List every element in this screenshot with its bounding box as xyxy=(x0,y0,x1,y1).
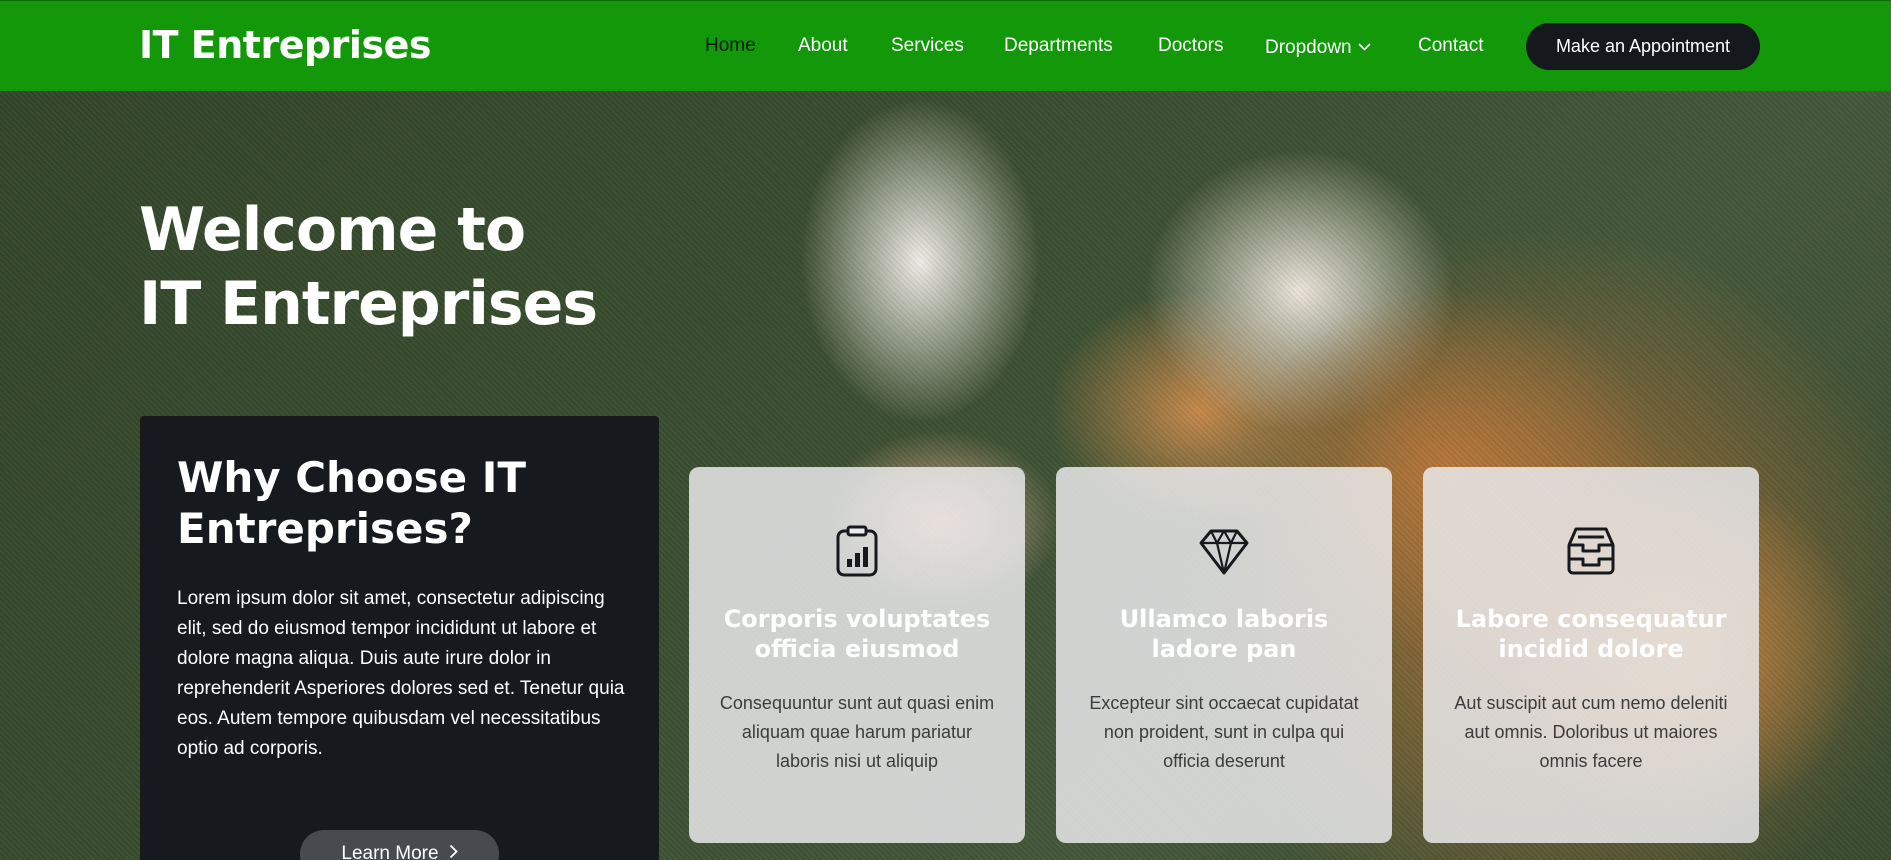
hero-title: Welcome to IT Entreprises xyxy=(139,193,598,341)
gem-icon xyxy=(1199,525,1249,577)
learn-more-button[interactable]: Learn More xyxy=(300,830,499,860)
feature-card-text: Consequuntur sunt aut quasi enim aliquam… xyxy=(719,693,995,771)
make-appointment-button[interactable]: Make an Appointment xyxy=(1526,23,1760,70)
hero-title-line-1: Welcome to xyxy=(139,195,526,265)
hero-section: Welcome to IT Entreprises Why Choose IT … xyxy=(0,91,1891,860)
feature-card-title: Corporis voluptates officia eiusmod xyxy=(723,605,991,663)
chevron-down-icon xyxy=(1358,35,1371,57)
nav-departments[interactable]: Departments xyxy=(1004,35,1113,57)
why-choose-panel: Why Choose IT Entreprises? Lorem ipsum d… xyxy=(140,416,659,860)
nav-home[interactable]: Home xyxy=(705,35,756,57)
nav-contact[interactable]: Contact xyxy=(1418,35,1483,57)
site-header: IT Entreprises Home About Services Depar… xyxy=(0,0,1891,91)
why-choose-text: Lorem ipsum dolor sit amet, consectetur … xyxy=(177,588,625,759)
feature-card-text: Aut suscipit aut cum nemo deleniti aut o… xyxy=(1454,693,1728,771)
learn-more-label: Learn More xyxy=(341,843,439,860)
nav-services[interactable]: Services xyxy=(891,35,964,57)
why-choose-title: Why Choose IT Entreprises? xyxy=(177,453,527,553)
feature-card: Corporis voluptates officia eiusmod Cons… xyxy=(689,467,1025,843)
nav-dropdown[interactable]: Dropdown xyxy=(1265,35,1371,59)
feature-card-text: Excepteur sint occaecat cupidatat non pr… xyxy=(1089,693,1359,771)
feature-card: Labore consequatur incidid dolore Aut su… xyxy=(1423,467,1759,843)
clipboard-chart-icon xyxy=(832,525,882,577)
hero-title-line-2: IT Entreprises xyxy=(139,269,598,339)
feature-card-title: Ullamco laboris ladore pan xyxy=(1119,605,1329,663)
nav-doctors[interactable]: Doctors xyxy=(1158,35,1223,57)
chevron-right-icon xyxy=(449,843,458,860)
nav-dropdown-label: Dropdown xyxy=(1265,37,1352,58)
feature-card-title: Labore consequatur incidid dolore xyxy=(1455,605,1727,663)
site-logo[interactable]: IT Entreprises xyxy=(139,23,431,67)
feature-card: Ullamco laboris ladore pan Excepteur sin… xyxy=(1056,467,1392,843)
nav-about[interactable]: About xyxy=(798,35,848,57)
inbox-stack-icon xyxy=(1566,525,1616,577)
